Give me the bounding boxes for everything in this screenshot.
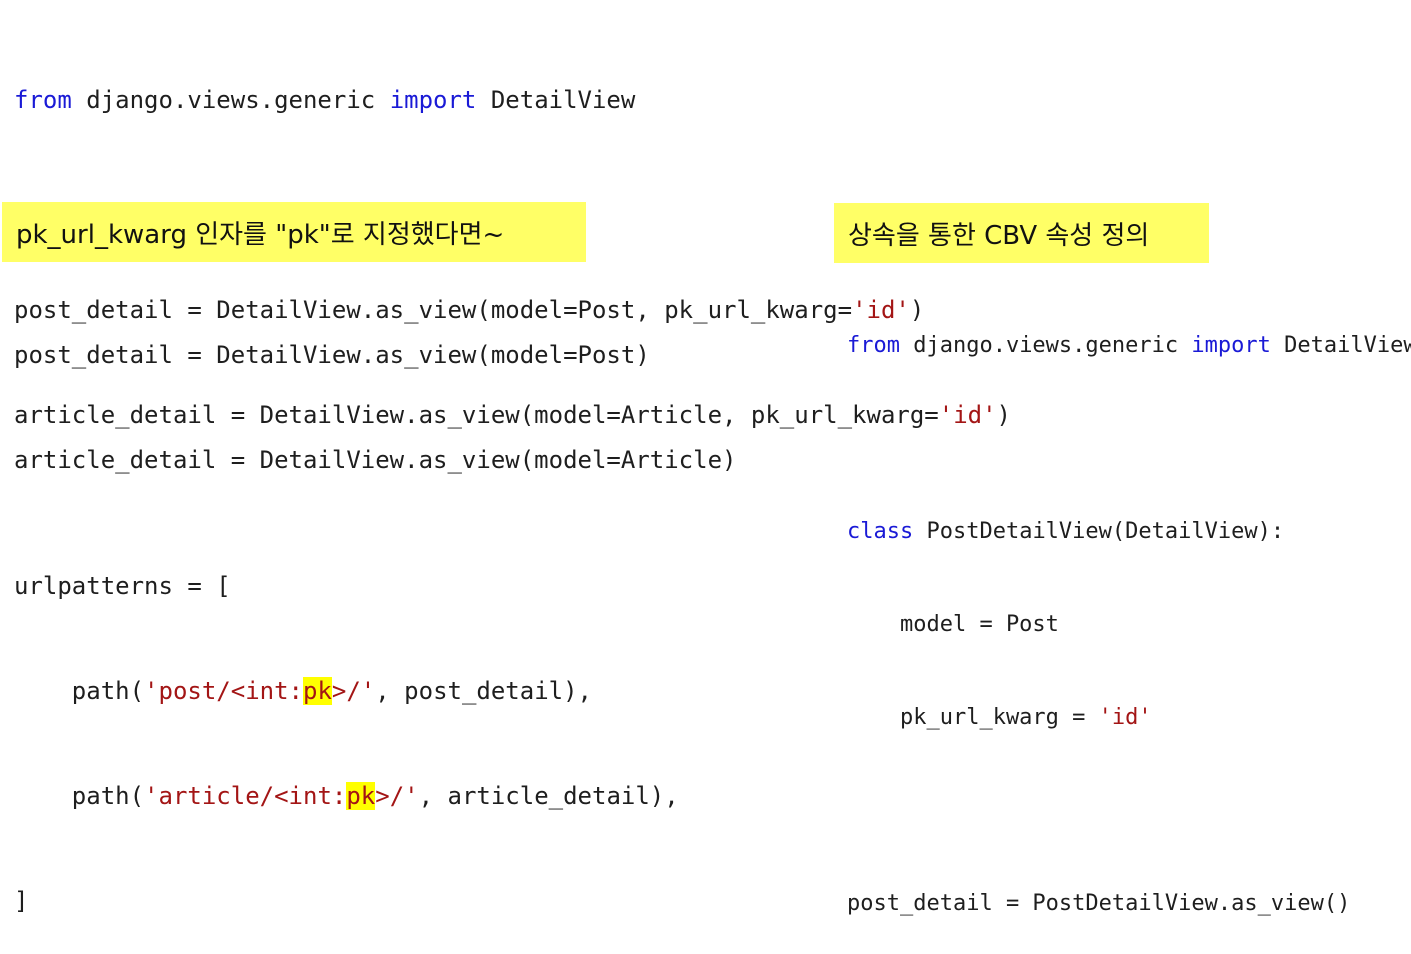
code-line-import: from django.views.generic import DetailV… [847,330,1411,361]
code-text: PostDetailView(DetailView): [913,519,1285,544]
string-literal: 'post/<int: [144,677,303,705]
highlighted-pk: pk [346,782,376,810]
keyword-from: from [14,86,72,114]
import-name: DetailView [1270,333,1411,358]
code-line-as-view: post_detail = PostDetailView.as_view() [847,891,1351,916]
string-literal: >/' [331,677,376,705]
keyword-import: import [1191,333,1271,358]
module-name: django.views.generic [899,333,1192,358]
code-text: pk_url_kwarg = [847,705,1099,730]
keyword-class: class [847,519,914,544]
code-text: path( [14,782,145,810]
code-block-simplified: post_detail = DetailView.as_view(model=P… [14,268,736,513]
code-text: path( [14,677,145,705]
code-line-import: from django.views.generic import DetailV… [14,83,1011,118]
string-literal: >/' [375,782,419,810]
code-block-urlpatterns: urlpatterns = [ path('post/<int:pk>/', p… [14,499,679,954]
code-line-path-article: path('article/<int:pk>/', article_detail… [14,779,679,814]
highlighted-pk: pk [303,677,332,705]
code-text: , post_detail), [375,677,593,705]
code-line-model: model = Post [847,612,1059,637]
code-line-article-detail-simple: article_detail = DetailView.as_view(mode… [14,446,737,474]
code-line-pk-url-kwarg: pk_url_kwarg = 'id' [847,702,1411,733]
code-line-class-def: class PostDetailView(DetailView): [847,516,1411,547]
code-text: , article_detail), [418,782,679,810]
keyword-from: from [847,333,900,358]
string-literal: 'article/<int: [144,782,347,810]
note-left-text: pk_url_kwarg 인자를 "pk"로 지정했다면~ [16,219,505,250]
note-left: pk_url_kwarg 인자를 "pk"로 지정했다면~ [2,202,586,262]
keyword-import: import [389,86,477,114]
code-line-post-detail-simple: post_detail = DetailView.as_view(model=P… [14,341,650,369]
note-right-text: 상속을 통한 CBV 속성 정의 [848,220,1150,251]
code-line-path-post: path('post/<int:pk>/', post_detail), [14,674,679,709]
code-block-cbv: from django.views.generic import DetailV… [847,268,1411,950]
code-line-urlpatterns-close: ] [14,887,29,915]
module-name: django.views.generic [71,86,390,114]
import-name: DetailView [476,86,636,114]
note-right: 상속을 통한 CBV 속성 정의 [834,203,1209,263]
string-literal: 'id' [1098,705,1152,730]
code-line-urlpatterns-open: urlpatterns = [ [14,572,231,600]
